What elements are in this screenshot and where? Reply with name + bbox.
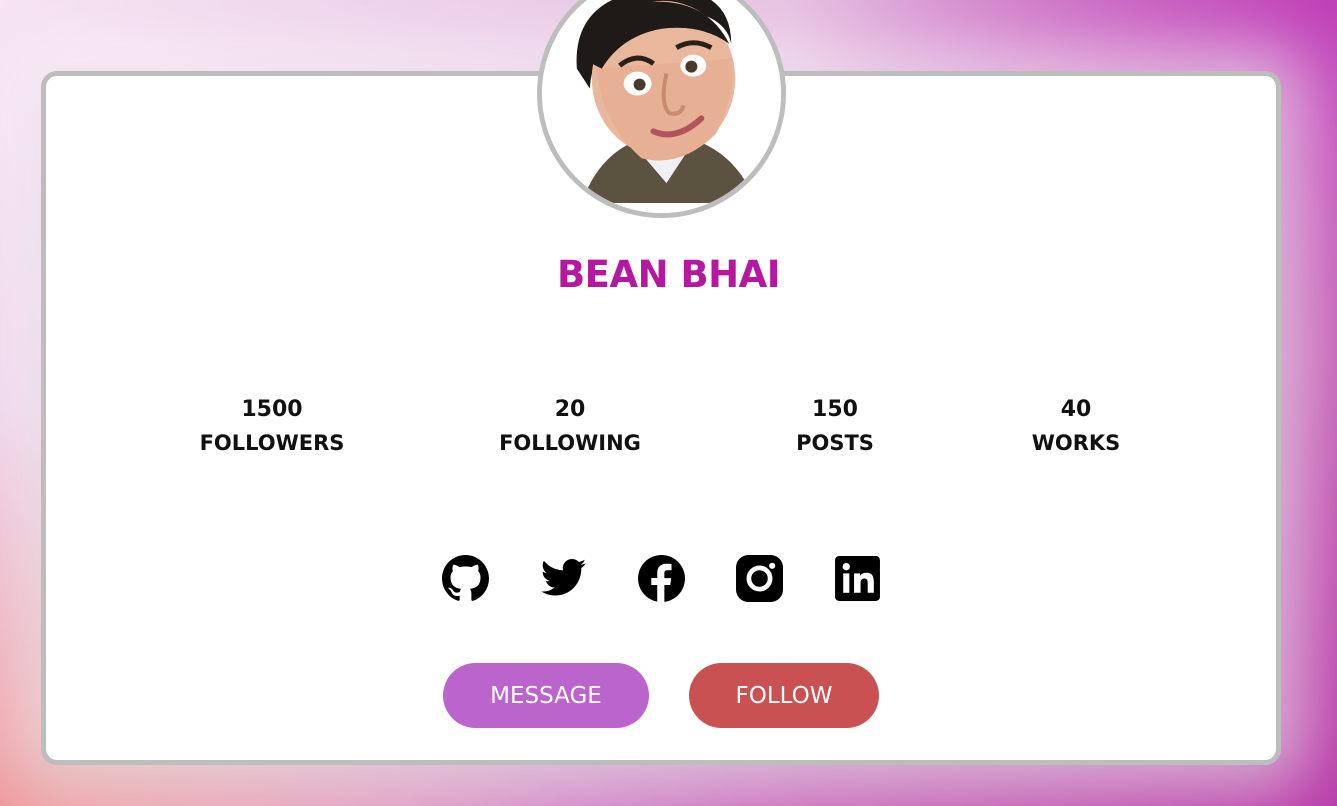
stat-posts[interactable]: 150 POSTS xyxy=(715,394,955,460)
linkedin-icon[interactable] xyxy=(833,554,882,603)
profile-name: BEAN BHAI xyxy=(556,253,781,296)
follow-button[interactable]: FOLLOW xyxy=(689,663,879,728)
stat-followers[interactable]: 1500 FOLLOWERS xyxy=(152,394,392,460)
stat-works[interactable]: 40 WORKS xyxy=(956,394,1196,460)
stat-label: FOLLOWERS xyxy=(199,431,345,455)
stat-label: POSTS xyxy=(796,431,874,455)
facebook-icon[interactable] xyxy=(637,554,686,603)
stat-following[interactable]: 20 FOLLOWING xyxy=(450,394,690,460)
instagram-icon[interactable] xyxy=(735,554,784,603)
message-button[interactable]: MESSAGE xyxy=(443,663,649,728)
twitter-icon[interactable] xyxy=(539,554,588,603)
stat-label: FOLLOWING xyxy=(499,431,641,455)
github-icon[interactable] xyxy=(441,554,490,603)
stat-value: 1500 xyxy=(241,397,303,422)
stat-label: WORKS xyxy=(1031,431,1121,455)
stat-value: 40 xyxy=(1060,397,1092,422)
avatar-image xyxy=(542,0,781,213)
stat-value: 150 xyxy=(812,397,858,422)
stat-value: 20 xyxy=(554,397,586,422)
social-links xyxy=(441,554,882,603)
